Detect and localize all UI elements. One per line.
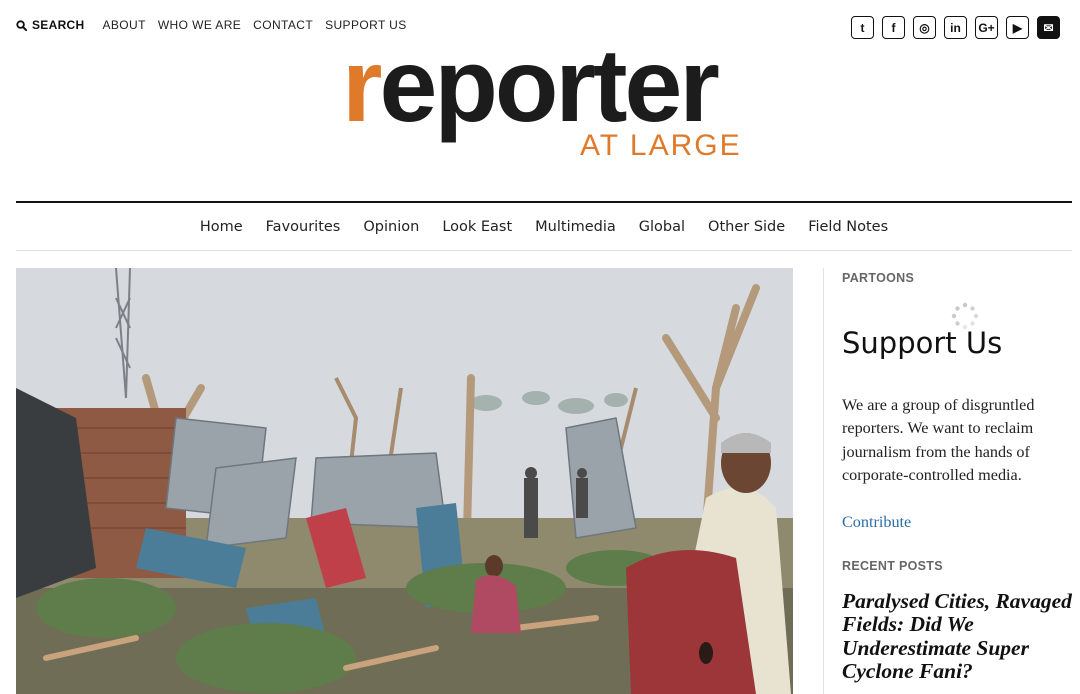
nav-favourites[interactable]: Favourites [266, 219, 341, 235]
nav-home[interactable]: Home [200, 219, 243, 235]
youtube-icon[interactable]: ▶ [1006, 16, 1029, 39]
sidebar: PARTOONS Support Us We are a group of di… [823, 268, 1080, 694]
logo-wordmark: reporter [342, 26, 720, 146]
facebook-icon[interactable]: f [882, 16, 905, 39]
search-label: SEARCH [32, 18, 85, 32]
recent-post-link[interactable]: Paralysed Cities, Ravaged Fields: Did We… [842, 589, 1077, 683]
nav-opinion[interactable]: Opinion [363, 219, 419, 235]
nav-multimedia[interactable]: Multimedia [535, 219, 616, 235]
top-link-who-we-are[interactable]: WHO WE ARE [158, 18, 241, 32]
site-logo[interactable]: reporter AT LARGE [342, 28, 752, 164]
top-link-contact[interactable]: CONTACT [253, 18, 313, 32]
support-us-title: Support Us [842, 326, 1003, 360]
partoons-heading: PARTOONS [842, 271, 915, 285]
instagram-icon[interactable]: ◎ [913, 16, 936, 39]
email-icon[interactable]: ✉ [1037, 16, 1060, 39]
social-links: t f ◎ in G+ ▶ ✉ [843, 16, 1060, 39]
recent-posts-heading: RECENT POSTS [842, 559, 943, 573]
logo-subtitle: AT LARGE [580, 129, 742, 162]
support-us-text: We are a group of disgruntled reporters.… [842, 396, 1035, 484]
nav-global[interactable]: Global [639, 219, 685, 235]
logo-accent-letter: r [342, 28, 383, 144]
logo-word-rest: eporter [379, 28, 719, 144]
search-button[interactable]: SEARCH [16, 18, 84, 32]
linkedin-icon[interactable]: in [944, 16, 967, 39]
twitter-icon[interactable]: t [851, 16, 874, 39]
search-icon [16, 19, 27, 31]
nav-look-east[interactable]: Look East [442, 219, 512, 235]
nav-field-notes[interactable]: Field Notes [808, 219, 888, 235]
nav-other-side[interactable]: Other Side [708, 219, 785, 235]
featured-image[interactable] [16, 268, 793, 694]
contribute-link[interactable]: Contribute [842, 513, 911, 532]
google-plus-icon[interactable]: G+ [975, 16, 998, 39]
main-nav: Home Favourites Opinion Look East Multim… [16, 201, 1072, 251]
top-link-about[interactable]: ABOUT [102, 18, 145, 32]
